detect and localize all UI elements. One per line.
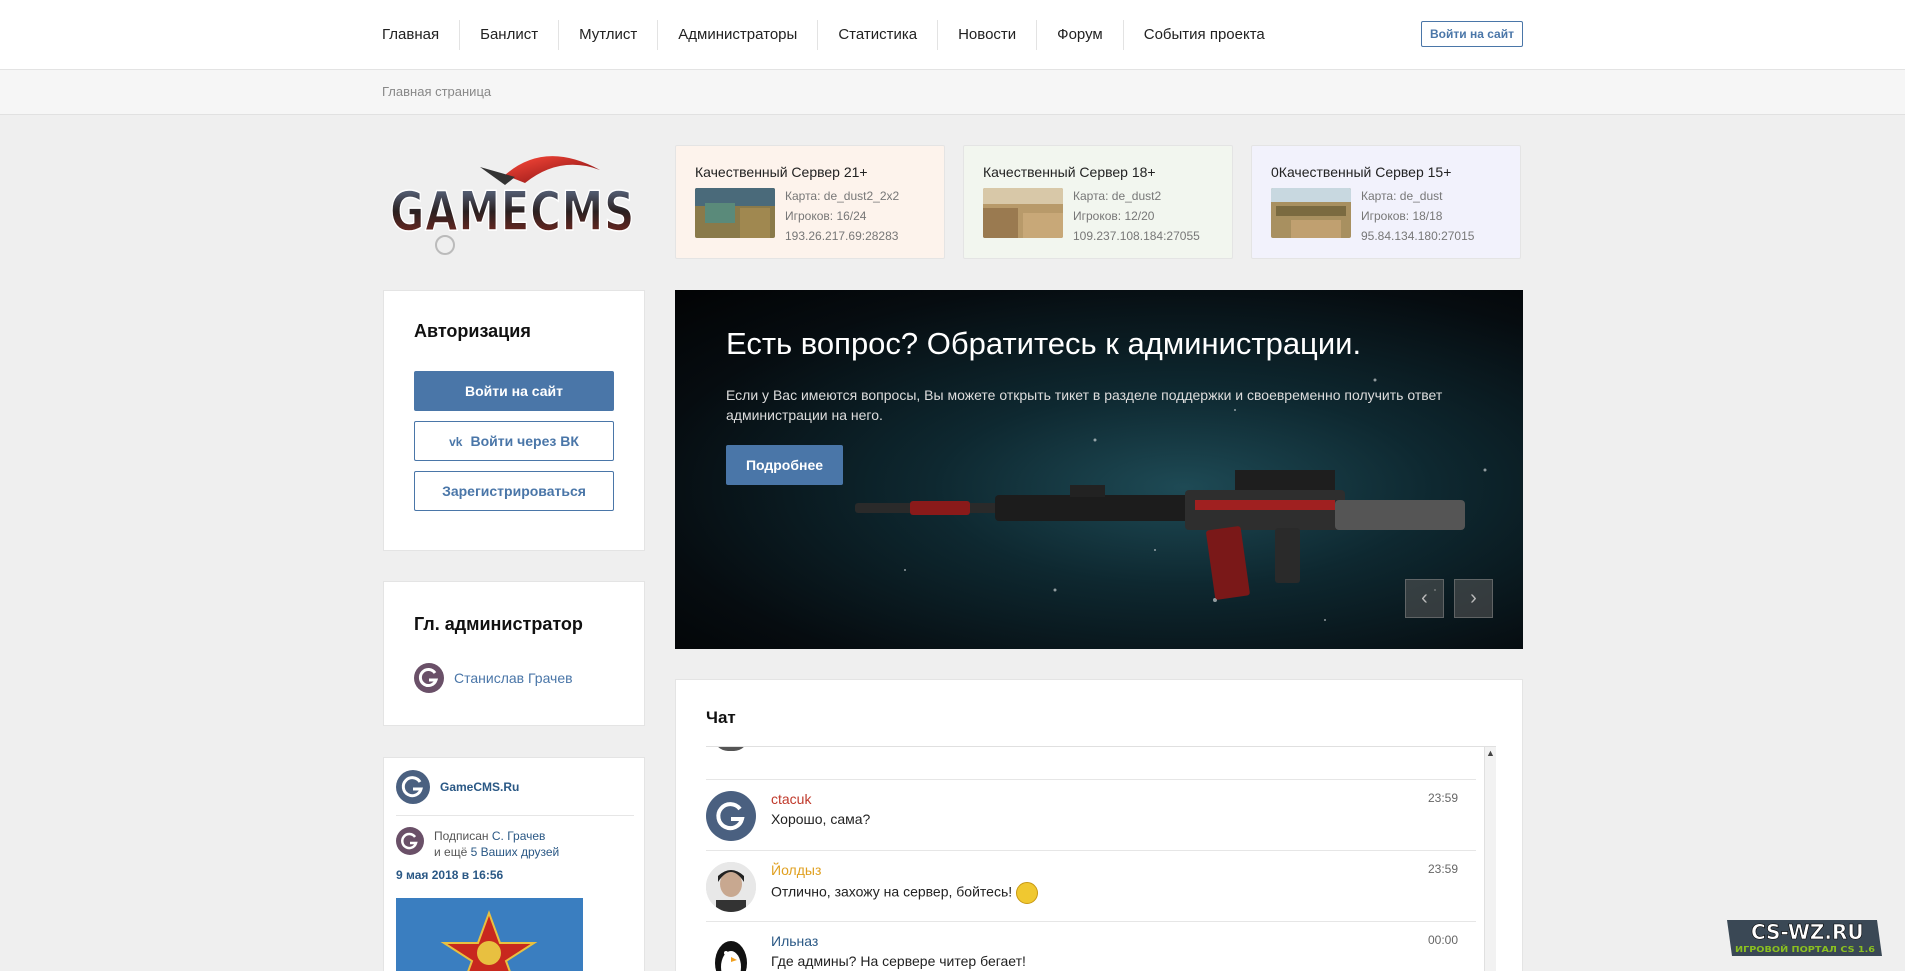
main-nav: Главная Банлист Мутлист Администраторы С… — [363, 20, 1285, 50]
chat-scrollbar[interactable]: ▲ — [1484, 747, 1496, 971]
message-nick[interactable]: Ильназ — [771, 933, 818, 949]
group-name[interactable]: GameCMS.Ru — [440, 780, 519, 794]
message-nick[interactable]: Йолдыз — [771, 862, 821, 878]
map-thumbnail — [983, 188, 1063, 238]
message-time: 23:59 — [1427, 791, 1458, 805]
chat-panel: Чат ▲ ctacuk Хорошо, сама? 23:59 Йолдыз … — [675, 679, 1523, 971]
message-time: 00:00 — [1427, 933, 1458, 947]
auth-title: Авторизация — [414, 321, 531, 341]
nav-home[interactable]: Главная — [363, 20, 461, 50]
svg-text:CS-WZ.RU: CS-WZ.RU — [1751, 920, 1864, 944]
nav-forum[interactable]: Форум — [1037, 20, 1124, 50]
svg-text:GAMECMS: GAMECMS — [390, 180, 635, 243]
chat-message: ctacuk Хорошо, сама? 23:59 — [706, 779, 1476, 849]
top-login-button[interactable]: Войти на сайт — [1421, 21, 1523, 47]
chat-message: Ильназ Где админы? На сервере читер бега… — [706, 921, 1476, 971]
auth-panel: Авторизация Войти на сайт vk Войти через … — [383, 290, 645, 551]
nav-stats[interactable]: Статистика — [818, 20, 939, 50]
nav-news[interactable]: Новости — [938, 20, 1038, 50]
watermark-logo: CS-WZ.RU ИГРОВОЙ ПОРТАЛ CS 1.6 — [1727, 918, 1882, 958]
post-image[interactable] — [396, 898, 583, 971]
emoji-icon — [1016, 882, 1039, 904]
breadcrumb[interactable]: Главная страница — [382, 84, 491, 99]
server-card[interactable]: Качественный Сервер 21+ Карта: de_dust2_… — [675, 145, 945, 259]
slider-prev-button[interactable]: ‹ — [1405, 579, 1444, 618]
nav-banlist[interactable]: Банлист — [460, 20, 560, 50]
message-text: Хорошо, сама? — [771, 811, 871, 827]
server-card[interactable]: Качественный Сервер 18+ Карта: de_dust2 … — [963, 145, 1233, 259]
logo-graphic: GAMECMS — [389, 156, 635, 255]
nav-mutelist[interactable]: Мутлист — [559, 20, 659, 50]
message-time: 23:59 — [1427, 862, 1458, 876]
server-info: Карта: de_dust2_2x2 Игроков: 16/24 193.2… — [785, 189, 900, 243]
admin-title: Гл. администратор — [414, 614, 583, 634]
message-text: Отлично, захожу на сервер, бойтесь! — [771, 882, 1039, 904]
svg-text:ИГРОВОЙ ПОРТАЛ CS 1.6: ИГРОВОЙ ПОРТАЛ CS 1.6 — [1735, 943, 1876, 954]
hero-slider: Есть вопрос? Обратитесь к администрации.… — [675, 290, 1523, 649]
top-navbar: Главная Банлист Мутлист Администраторы С… — [0, 0, 1905, 70]
subscribers-info: Подписан С. Грачев и ещё 5 Ваших друзей — [434, 829, 560, 859]
map-thumbnail — [1271, 188, 1351, 238]
nav-admins[interactable]: Администраторы — [658, 20, 819, 50]
map-thumbnail — [695, 188, 775, 238]
server-name: Качественный Сервер 18+ — [983, 164, 1156, 180]
user-avatar[interactable] — [706, 791, 756, 841]
server-name: Качественный Сервер 21+ — [695, 164, 868, 180]
user-avatar[interactable] — [706, 862, 756, 912]
post-date[interactable]: 9 мая 2018 в 16:56 — [396, 868, 503, 882]
scroll-up-icon[interactable]: ▲ — [1485, 747, 1496, 759]
vk-icon: vk — [449, 435, 463, 449]
vk-widget: GameCMS.Ru Подписан С. Грачев и ещё 5 Ва… — [383, 757, 645, 971]
server-info: Карта: de_dust2 Игроков: 12/20 109.237.1… — [1073, 189, 1200, 243]
server-card[interactable]: 0Качественный Сервер 15+ Карта: de_dust … — [1251, 145, 1521, 259]
divider — [396, 815, 634, 816]
admin-name[interactable]: Станислав Грачев — [454, 670, 573, 686]
site-logo[interactable]: GAMECMS — [385, 145, 645, 260]
admin-avatar[interactable] — [414, 663, 444, 693]
partial-avatar — [714, 747, 748, 751]
message-nick[interactable]: ctacuk — [771, 791, 811, 807]
slider-next-button[interactable]: › — [1454, 579, 1493, 618]
user-avatar[interactable] — [706, 933, 756, 971]
chat-message: Йолдыз Отлично, захожу на сервер, бойтес… — [706, 850, 1476, 920]
register-button[interactable]: Зарегистрироваться — [414, 471, 614, 511]
login-button[interactable]: Войти на сайт — [414, 371, 614, 411]
friend-avatar[interactable] — [396, 827, 424, 855]
hero-title: Есть вопрос? Обратитесь к администрации. — [726, 326, 1362, 361]
admin-panel: Гл. администратор Станислав Грачев — [383, 581, 645, 726]
message-text: Где админы? На сервере читер бегает! — [771, 953, 1026, 969]
server-name: 0Качественный Сервер 15+ — [1271, 164, 1452, 180]
more-button[interactable]: Подробнее — [726, 445, 843, 485]
nav-events[interactable]: События проекта — [1124, 20, 1285, 50]
vk-login-button[interactable]: vk Войти через ВК — [414, 421, 614, 461]
hero-text: Если у Вас имеются вопросы, Вы можете от… — [726, 387, 1443, 423]
group-avatar[interactable] — [396, 770, 430, 804]
breadcrumb-bar: Главная страница — [0, 70, 1905, 115]
chat-title: Чат — [706, 708, 736, 727]
server-info: Карта: de_dust Игроков: 18/18 95.84.134.… — [1361, 189, 1475, 243]
